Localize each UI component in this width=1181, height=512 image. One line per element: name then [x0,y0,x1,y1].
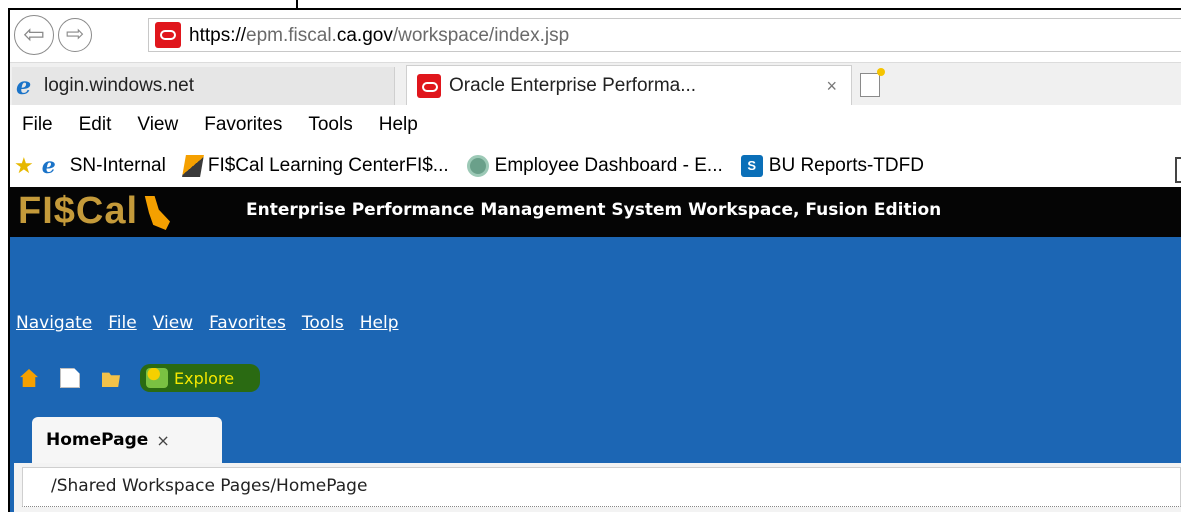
breadcrumb-path: /Shared Workspace Pages/HomePage [51,476,368,496]
menu-view[interactable]: View [137,114,178,136]
california-logo-icon [144,196,170,230]
close-tab-icon[interactable]: × [826,76,837,97]
url-domain: ca.gov [336,25,393,46]
employee-dashboard-icon [466,155,489,177]
tab-homepage[interactable]: HomePage × [32,417,222,463]
explore-button[interactable]: Explore [140,364,261,392]
browser-menu-bar: File Edit View Favorites Tools Help [10,105,1181,145]
favorites-overflow-edge [1175,157,1181,183]
favorite-employee-dashboard[interactable]: Employee Dashboard - E... [466,155,723,177]
explore-icon [146,368,168,388]
url-path: /workspace/index.jsp [392,25,570,46]
address-bar: ⇦ ⇨ https://epm.fiscal.ca.gov/workspace/… [10,10,1181,62]
oracle-icon [417,74,441,98]
url-input[interactable]: https://epm.fiscal.ca.gov/workspace/inde… [148,18,1181,52]
url-text: https://epm.fiscal.ca.gov/workspace/inde… [189,25,569,47]
url-host-part: epm.fiscal. [246,25,337,46]
browser-tab-login[interactable]: e login.windows.net [12,67,395,105]
ie-icon: e [41,153,56,179]
menu-help[interactable]: Help [379,114,418,136]
browser-tab-oracle[interactable]: Oracle Enterprise Performa... × [406,65,852,106]
app-menu-view[interactable]: View [153,313,193,333]
fiscal-logo: FI$Cal [18,190,139,232]
home-icon[interactable] [20,369,38,387]
menu-tools[interactable]: Tools [308,114,352,136]
menu-favorites[interactable]: Favorites [204,114,282,136]
forward-button[interactable]: ⇨ [58,18,92,52]
forward-arrow-icon: ⇨ [65,22,85,47]
app-menu-file[interactable]: File [108,313,136,333]
favorite-label: SN-Internal [69,155,166,176]
explore-label: Explore [174,368,235,388]
app-header: FI$Cal Enterprise Performance Management… [10,187,1181,237]
fiscal-icon [181,155,204,177]
new-tab-icon[interactable] [860,68,885,97]
new-document-icon[interactable] [60,368,80,388]
app-toolbar: Explore [20,363,261,393]
favorites-star-icon[interactable]: ★ [14,153,34,179]
app-menu-bar: Navigate File View Favorites Tools Help [16,313,415,333]
app-menu-navigate[interactable]: Navigate [16,313,92,333]
app-menu-tools[interactable]: Tools [302,313,344,333]
browser-window: ⇦ ⇨ https://epm.fiscal.ca.gov/workspace/… [8,8,1181,512]
tab-homepage-label: HomePage [46,430,149,450]
workspace-area: Navigate File View Favorites Tools Help … [10,237,1181,512]
browser-tab-strip: e login.windows.net Oracle Enterprise Pe… [10,62,1181,106]
favorite-sn-internal[interactable]: e SN-Internal [34,155,166,177]
browser-tab-label: login.windows.net [44,75,194,96]
page-content: /Shared Workspace Pages/HomePage [14,463,1181,512]
browser-tab-label: Oracle Enterprise Performa... [449,75,697,96]
oracle-icon [155,22,181,48]
back-arrow-icon: ⇦ [23,20,45,50]
menu-file[interactable]: File [22,114,53,136]
app-menu-help[interactable]: Help [360,313,399,333]
favorites-bar: ★ e SN-Internal FI$Cal Learning CenterFI… [10,145,1181,187]
app-title: Enterprise Performance Management System… [246,200,942,220]
app-menu-favorites[interactable]: Favorites [209,313,286,333]
breadcrumb: /Shared Workspace Pages/HomePage [22,467,1181,507]
sharepoint-icon: S [740,155,763,177]
ie-icon: e [16,71,32,100]
favorite-label: Employee Dashboard - E... [494,155,723,176]
menu-edit[interactable]: Edit [79,114,112,136]
open-folder-icon[interactable] [102,372,120,387]
back-button[interactable]: ⇦ [14,15,54,55]
close-tab-icon[interactable]: × [156,431,169,450]
favorite-fiscal-learning[interactable]: FI$Cal Learning CenterFI$... [181,155,449,177]
favorite-label: FI$Cal Learning CenterFI$... [207,155,449,176]
url-scheme: https:// [189,25,247,46]
favorite-label: BU Reports-TDFD [768,155,924,176]
favorite-bu-reports[interactable]: S BU Reports-TDFD [740,155,924,177]
frame-divider [296,0,298,8]
